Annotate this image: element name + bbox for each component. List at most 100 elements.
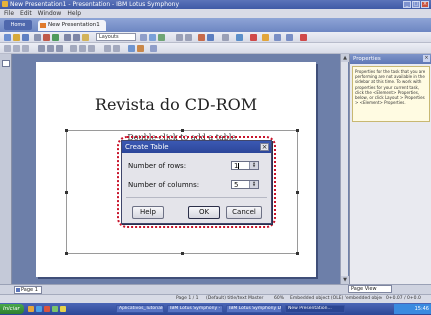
underline-icon[interactable]	[56, 45, 63, 52]
start-button[interactable]: Iniciar	[0, 304, 24, 314]
bullets-icon[interactable]	[4, 45, 11, 52]
task-symphony-docu[interactable]: IBM Lotus Symphony Docu...	[226, 305, 282, 313]
quicklaunch-media-icon[interactable]	[44, 306, 50, 312]
vertical-scrollbar[interactable]: ▲ ▼	[340, 54, 349, 284]
dialog-close-icon[interactable]: ×	[260, 143, 269, 151]
cut-icon[interactable]	[64, 34, 71, 41]
task-symphony-doc[interactable]: IBM Lotus Symphony - doc...	[167, 305, 223, 313]
line-icon[interactable]	[185, 34, 192, 41]
close-window-button[interactable]: ×	[421, 1, 429, 8]
maximize-button[interactable]: □	[412, 1, 420, 8]
page-tab[interactable]: Page 1	[14, 286, 42, 294]
tab-document-label: New Presentation1	[48, 22, 100, 28]
menu-help[interactable]: Help	[67, 9, 81, 18]
align-icon[interactable]	[236, 34, 243, 41]
create-table-dialog: Create Table × Number of rows: 1 ▲ ▼ Num…	[121, 140, 272, 224]
layout-combo[interactable]: Layouts	[96, 33, 136, 41]
text-cursor	[238, 163, 239, 169]
status-bar: Page 1 / 1 (Default) title/text Master 6…	[0, 294, 431, 303]
tab-home[interactable]: Home	[4, 20, 32, 30]
window-controls: _ □ ×	[403, 1, 429, 8]
standard-toolbar: Layouts	[0, 32, 431, 43]
slide-title[interactable]: Revista do CD-ROM	[36, 95, 316, 114]
shape-icon[interactable]	[176, 34, 183, 41]
page-icon	[16, 288, 20, 292]
slide-show-icon[interactable]	[128, 45, 135, 52]
page-tab-label: Page 1	[21, 287, 38, 293]
transition-icon[interactable]	[137, 45, 144, 52]
menu-window[interactable]: Window	[38, 9, 62, 18]
resize-handle-s[interactable]	[181, 252, 184, 255]
columns-down-icon[interactable]: ▼	[250, 184, 258, 187]
effect-icon[interactable]	[300, 34, 307, 41]
status-page: Page 1 / 1	[176, 296, 199, 301]
line-color-icon[interactable]	[207, 34, 214, 41]
italic-icon[interactable]	[47, 45, 54, 52]
indent-icon[interactable]	[22, 45, 29, 52]
more-icon[interactable]	[150, 45, 157, 52]
arrow-icon[interactable]	[222, 34, 229, 41]
align-center-icon[interactable]	[79, 45, 86, 52]
open-icon[interactable]	[13, 34, 20, 41]
help-button[interactable]: Help	[132, 206, 164, 219]
red-shape-icon[interactable]	[250, 34, 257, 41]
resize-handle-w[interactable]	[65, 191, 68, 194]
resize-handle-n[interactable]	[181, 129, 184, 132]
slide-thumbnail[interactable]	[2, 60, 10, 67]
scroll-up-icon[interactable]: ▲	[341, 54, 349, 62]
presentation-icon	[40, 23, 46, 28]
menu-edit[interactable]: Edit	[20, 9, 32, 18]
properties-close-icon[interactable]: ×	[423, 55, 430, 62]
align-left-icon[interactable]	[70, 45, 77, 52]
resize-handle-ne[interactable]	[296, 129, 299, 132]
arrange-icon[interactable]	[274, 34, 281, 41]
group-icon[interactable]	[286, 34, 293, 41]
undo-icon[interactable]	[43, 34, 50, 41]
quicklaunch-email-icon[interactable]	[60, 306, 66, 312]
resize-handle-nw[interactable]	[65, 129, 68, 132]
minimize-button[interactable]: _	[403, 1, 411, 8]
slide-sorter-pane	[0, 54, 12, 284]
columns-value[interactable]: 5	[234, 181, 238, 189]
redo-icon[interactable]	[52, 34, 59, 41]
print-icon[interactable]	[34, 34, 41, 41]
quicklaunch-folder-icon[interactable]	[28, 306, 34, 312]
rows-down-icon[interactable]: ▼	[250, 165, 258, 168]
rows-spin-buttons[interactable]: ▲ ▼	[249, 162, 258, 169]
image-icon[interactable]	[158, 34, 165, 41]
quicklaunch-app-icon[interactable]	[52, 306, 58, 312]
text-icon[interactable]	[149, 34, 156, 41]
color-picker-icon[interactable]	[262, 34, 269, 41]
menu-file[interactable]: File	[4, 9, 14, 18]
status-zoom[interactable]: 60%	[274, 295, 284, 303]
border-icon[interactable]	[113, 45, 120, 52]
tab-new-presentation[interactable]: New Presentation1	[38, 20, 106, 31]
ok-button[interactable]: OK	[188, 206, 220, 219]
columns-spin-buttons[interactable]: ▲ ▼	[249, 181, 258, 188]
fill-color-icon[interactable]	[198, 34, 205, 41]
resize-handle-e[interactable]	[296, 191, 299, 194]
save-icon[interactable]	[22, 34, 29, 41]
cancel-button[interactable]: Cancel	[226, 206, 262, 219]
task-new-presentation[interactable]: New Presentation...	[285, 305, 345, 313]
rows-stepper[interactable]: 1 ▲ ▼	[231, 161, 259, 170]
paste-icon[interactable]	[82, 34, 89, 41]
resize-handle-se[interactable]	[296, 252, 299, 255]
numbering-icon[interactable]	[13, 45, 20, 52]
clock: 15:46	[414, 306, 429, 312]
bold-icon[interactable]	[38, 45, 45, 52]
task-aplicativos[interactable]: Aplicativos_Tutorials	[116, 305, 164, 313]
quicklaunch-browser-icon[interactable]	[36, 306, 42, 312]
columns-stepper[interactable]: 5 ▲ ▼	[231, 180, 259, 189]
copy-icon[interactable]	[73, 34, 80, 41]
spacing-icon[interactable]	[104, 45, 111, 52]
menu-bar: File Edit Window Help	[0, 9, 431, 18]
view-mode-combo[interactable]: Page View	[348, 285, 392, 293]
align-right-icon[interactable]	[88, 45, 95, 52]
system-tray: 15:46	[394, 304, 431, 314]
properties-header: Properties ×	[350, 54, 431, 64]
table-icon[interactable]	[140, 34, 147, 41]
new-icon[interactable]	[4, 34, 11, 41]
scroll-down-icon[interactable]: ▼	[341, 276, 349, 284]
resize-handle-sw[interactable]	[65, 252, 68, 255]
